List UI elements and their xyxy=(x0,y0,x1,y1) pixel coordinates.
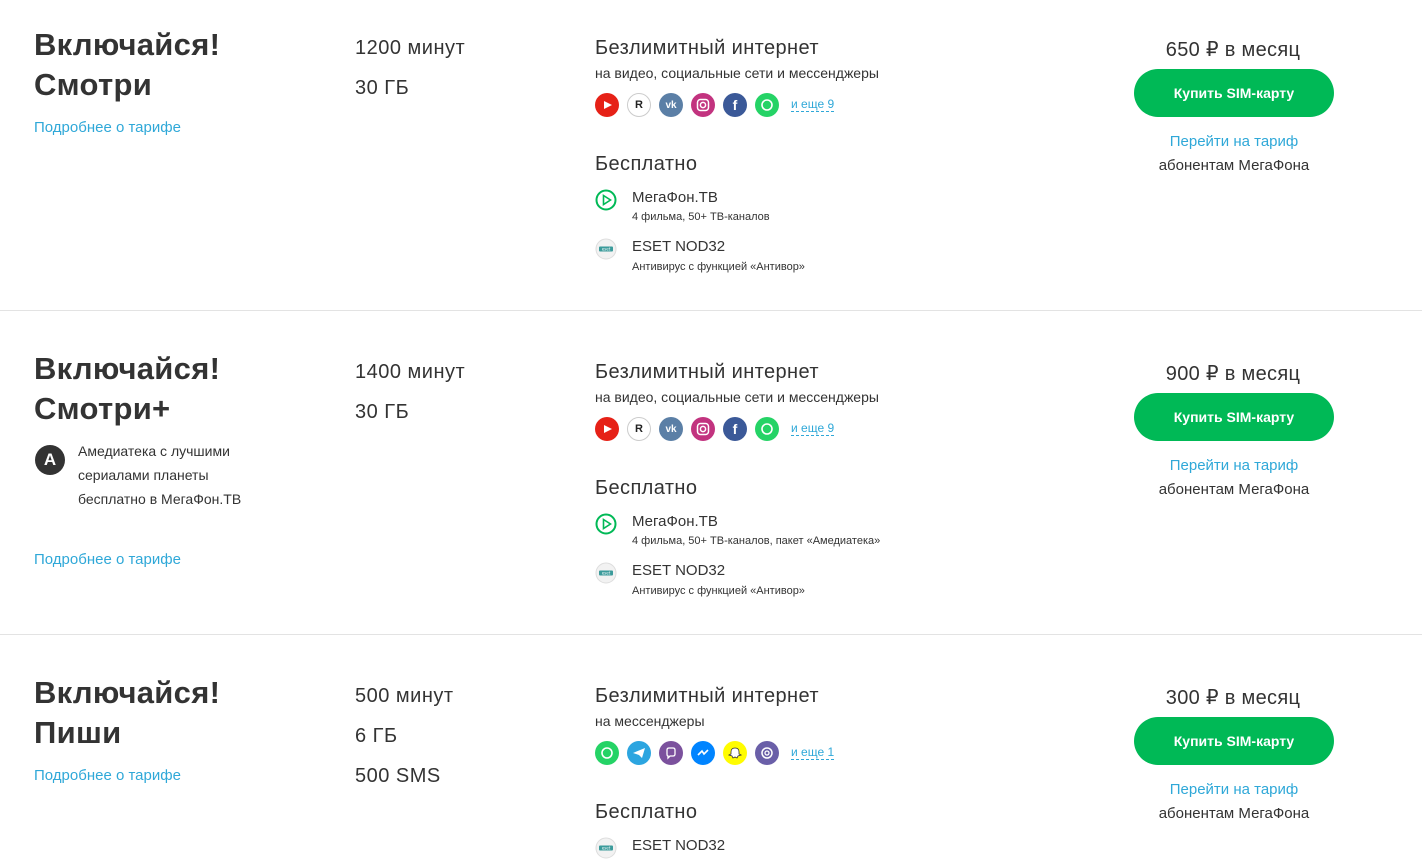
whatsapp-icon xyxy=(595,741,619,765)
rutube-icon: R xyxy=(627,417,651,441)
service-description: 4 фильма, 50+ ТВ-каналов xyxy=(632,211,770,223)
amediateka-icon: A xyxy=(35,445,65,475)
price: 900 ₽ в месяц xyxy=(1165,363,1301,385)
rutube-icon: R xyxy=(627,93,651,117)
eset-icon: eset xyxy=(595,837,617,859)
subscribers-note: абонентам МегаФона xyxy=(1158,157,1310,174)
free-title: Бесплатно xyxy=(595,477,698,499)
amediateka-note: Амедиатека с лучшими сериалами планеты б… xyxy=(78,443,242,507)
svg-text:eset: eset xyxy=(602,247,611,252)
more-apps-link[interactable]: и еще 9 xyxy=(791,422,835,436)
more-apps-link[interactable]: и еще 9 xyxy=(791,98,835,112)
buy-sim-button[interactable]: Купить SIM-карту xyxy=(1134,393,1334,441)
instagram-icon xyxy=(691,93,715,117)
free-service: eset xyxy=(595,238,617,265)
megafon-tv-icon xyxy=(595,513,617,535)
internet-subtitle: на видео, социальные сети и мессенджеры xyxy=(595,389,879,405)
youtube-icon xyxy=(595,417,619,441)
buy-sim-button[interactable]: Купить SIM-карту xyxy=(1134,717,1334,765)
tariff-name-line1: Включайся! xyxy=(34,351,221,386)
viber-icon xyxy=(659,741,683,765)
facebook-icon: f xyxy=(723,417,747,441)
data-amount: 30 ГБ xyxy=(355,401,410,423)
tariff-name: Включайся! Пиши xyxy=(34,673,220,753)
tariff-name-line2: Смотри xyxy=(34,67,153,102)
internet-subtitle: на мессенджеры xyxy=(595,713,705,729)
details-link[interactable]: Подробнее о тарифе xyxy=(34,119,181,136)
service-name: ESET NOD32 xyxy=(632,562,726,579)
data-amount: 6 ГБ xyxy=(355,725,398,747)
minutes-amount: 500 минут xyxy=(355,685,454,707)
tariff-card: Включайся! Пиши Подробнее о тарифе 500 м… xyxy=(0,635,1422,859)
snapchat-icon xyxy=(723,741,747,765)
service-name: МегаФон.ТВ xyxy=(632,189,718,206)
price: 300 ₽ в месяц xyxy=(1165,687,1301,709)
youtube-icon xyxy=(595,93,619,117)
details-link[interactable]: Подробнее о тарифе xyxy=(34,551,181,568)
tariff-name-line2: Пиши xyxy=(34,715,122,750)
app-icons: и еще 1 xyxy=(595,741,835,765)
more-apps-link[interactable]: и еще 1 xyxy=(791,746,835,760)
vk-icon: vk xyxy=(659,93,683,117)
svg-text:eset: eset xyxy=(602,846,611,851)
minutes-amount: 1200 минут xyxy=(355,37,466,59)
service-name: ESET NOD32 xyxy=(632,837,726,854)
messenger-icon xyxy=(691,741,715,765)
tamtam-icon xyxy=(755,741,779,765)
free-service xyxy=(595,189,617,216)
switch-tariff-link[interactable]: Перейти на тариф xyxy=(1134,457,1334,474)
free-title: Бесплатно xyxy=(595,153,698,175)
free-service xyxy=(595,513,617,540)
subscribers-note: абонентам МегаФона xyxy=(1158,805,1310,822)
tariff-name: Включайся! Смотри+ xyxy=(34,349,220,429)
subscribers-note: абонентам МегаФона xyxy=(1158,481,1310,498)
internet-title: Безлимитный интернет xyxy=(595,685,819,707)
service-description: Антивирус с функцией «Антивор» xyxy=(632,585,805,597)
service-description: Антивирус с функцией «Антивор» xyxy=(632,261,805,273)
app-icons: R vk f и еще 9 xyxy=(595,93,835,117)
tariff-name: Включайся! Смотри xyxy=(34,25,220,105)
switch-tariff-link[interactable]: Перейти на тариф xyxy=(1134,781,1334,798)
tariff-name-line1: Включайся! xyxy=(34,27,221,62)
app-icons: R vk f и еще 9 xyxy=(595,417,835,441)
free-service: eset xyxy=(595,562,617,589)
details-link[interactable]: Подробнее о тарифе xyxy=(34,767,181,784)
tariff-card: Включайся! Смотри+ A Амедиатека с лучшим… xyxy=(0,311,1422,634)
whatsapp-icon xyxy=(755,93,779,117)
instagram-icon xyxy=(691,417,715,441)
megafon-tv-icon xyxy=(595,189,617,211)
sms-amount: 500 SMS xyxy=(355,765,441,787)
telegram-icon xyxy=(627,741,651,765)
svg-text:eset: eset xyxy=(602,571,611,576)
service-name: ESET NOD32 xyxy=(632,238,726,255)
internet-title: Безлимитный интернет xyxy=(595,361,819,383)
facebook-icon: f xyxy=(723,93,747,117)
service-name: МегаФон.ТВ xyxy=(632,513,718,530)
whatsapp-icon xyxy=(755,417,779,441)
data-amount: 30 ГБ xyxy=(355,77,410,99)
price: 650 ₽ в месяц xyxy=(1165,39,1301,61)
eset-icon: eset xyxy=(595,562,617,584)
vk-icon: vk xyxy=(659,417,683,441)
switch-tariff-link[interactable]: Перейти на тариф xyxy=(1134,133,1334,150)
free-service: eset xyxy=(595,837,617,864)
buy-sim-button[interactable]: Купить SIM-карту xyxy=(1134,69,1334,117)
internet-subtitle: на видео, социальные сети и мессенджеры xyxy=(595,65,879,81)
free-title: Бесплатно xyxy=(595,801,698,823)
internet-title: Безлимитный интернет xyxy=(595,37,819,59)
minutes-amount: 1400 минут xyxy=(355,361,466,383)
tariff-card: Включайся! Смотри Подробнее о тарифе 120… xyxy=(0,0,1422,310)
tariff-name-line1: Включайся! xyxy=(34,675,221,710)
eset-icon: eset xyxy=(595,238,617,260)
service-description: 4 фильма, 50+ ТВ-каналов, пакет «Амедиат… xyxy=(632,535,881,547)
tariff-name-line2: Смотри+ xyxy=(34,391,171,426)
